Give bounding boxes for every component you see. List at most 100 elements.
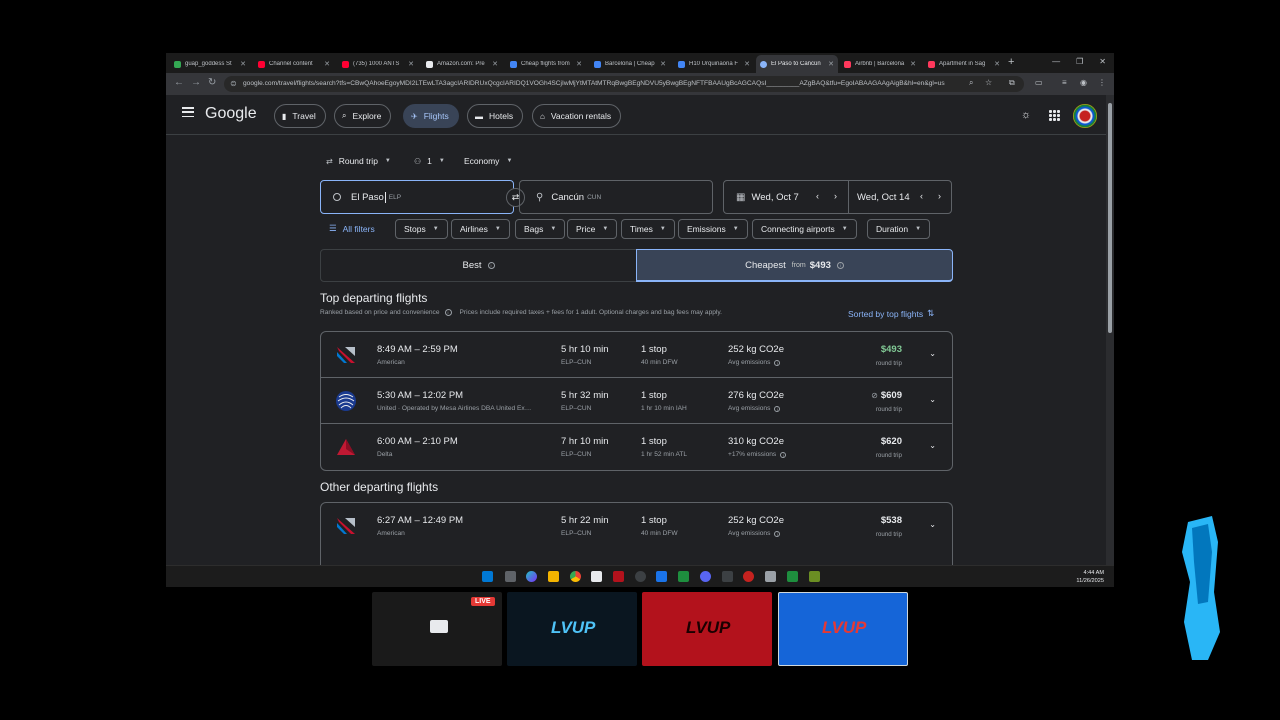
- filter-emissions[interactable]: Emissions ▼: [678, 219, 748, 239]
- browser-tab[interactable]: Channel content ✕: [254, 55, 334, 73]
- browser-tab[interactable]: Apartment in Sag ✕: [924, 55, 1004, 73]
- filter-times[interactable]: Times ▼: [621, 219, 675, 239]
- chevron-down-icon[interactable]: ⌄: [929, 441, 936, 450]
- close-icon[interactable]: ✕: [576, 60, 582, 68]
- nav-travel[interactable]: ▮ Travel: [274, 104, 326, 128]
- all-filters-button[interactable]: ☰ All filters: [329, 223, 375, 234]
- theme-sun-icon[interactable]: ☼: [1021, 109, 1031, 121]
- nav-hotels[interactable]: ▬ Hotels: [467, 104, 524, 128]
- browser-tab[interactable]: guap_goddess St ✕: [170, 55, 250, 73]
- system-clock[interactable]: 4:44 AM 11/26/2025: [1076, 569, 1104, 585]
- extensions-icon[interactable]: ⧉: [1009, 78, 1015, 88]
- app-icon[interactable]: [743, 571, 754, 582]
- flight-row[interactable]: 8:49 AM – 2:59 PM American 5 hr 10 min E…: [321, 332, 952, 378]
- start-icon[interactable]: [482, 571, 493, 582]
- task-view-icon[interactable]: [505, 571, 516, 582]
- browser-tab[interactable]: Airbnb | Barcelona ✕: [840, 55, 920, 73]
- passengers-select[interactable]: ⚇ 1 ▼: [414, 156, 445, 166]
- origin-field[interactable]: El Paso ELP: [320, 180, 514, 214]
- copilot-icon[interactable]: [526, 571, 537, 582]
- forward-icon[interactable]: →: [191, 77, 201, 88]
- xbox-icon[interactable]: [787, 571, 798, 582]
- restore-icon[interactable]: ❐: [1076, 57, 1083, 66]
- filter-duration[interactable]: Duration ▼: [867, 219, 931, 239]
- close-icon[interactable]: ✕: [492, 60, 498, 68]
- app-icon[interactable]: [678, 571, 689, 582]
- browser-tab[interactable]: Amazon.com: Pre ✕: [422, 55, 502, 73]
- close-icon[interactable]: ✕: [828, 60, 834, 68]
- filter-price[interactable]: Price ▼: [567, 219, 618, 239]
- depart-prev-icon[interactable]: ‹: [816, 191, 819, 201]
- avatar[interactable]: [1073, 104, 1097, 128]
- chevron-down-icon[interactable]: ⌄: [929, 395, 936, 404]
- filter-bags[interactable]: Bags ▼: [515, 219, 566, 239]
- profile-icon[interactable]: ◉: [1080, 78, 1087, 87]
- flight-row[interactable]: 6:00 AM – 2:10 PM Delta 7 hr 10 min ELP–…: [321, 424, 952, 470]
- close-icon[interactable]: ✕: [910, 60, 916, 68]
- close-icon[interactable]: ✕: [408, 60, 414, 68]
- info-icon[interactable]: i: [774, 405, 781, 412]
- site-info-icon[interactable]: ⊜: [230, 76, 237, 92]
- filter-stops[interactable]: Stops ▼: [395, 219, 448, 239]
- depart-next-icon[interactable]: ›: [834, 191, 837, 201]
- browser-tab[interactable]: Cheap flights from ✕: [506, 55, 586, 73]
- obs-icon[interactable]: [635, 571, 646, 582]
- info-icon[interactable]: i: [774, 359, 781, 366]
- minecraft-icon[interactable]: [809, 571, 820, 582]
- media-icon[interactable]: ≡: [1062, 78, 1067, 87]
- screen-icon[interactable]: ▭: [1035, 78, 1043, 87]
- nav-flights[interactable]: ✈ Flights: [403, 104, 459, 128]
- scrollbar-thumb[interactable]: [1108, 103, 1112, 333]
- more-icon[interactable]: ⋮: [1098, 78, 1106, 87]
- main-menu-icon[interactable]: [182, 107, 194, 118]
- tab-cheapest[interactable]: Cheapest from $493 i: [636, 249, 953, 282]
- flight-row[interactable]: 6:27 AM – 12:49 PM American 5 hr 22 min …: [321, 503, 952, 549]
- app-icon[interactable]: [722, 571, 733, 582]
- chrome-icon[interactable]: [570, 571, 581, 582]
- info-icon[interactable]: i: [836, 261, 844, 269]
- date-field[interactable]: ▦ Wed, Oct 7: [723, 180, 952, 214]
- cabin-select[interactable]: Economy ▼: [464, 156, 512, 166]
- info-icon[interactable]: i: [780, 451, 787, 458]
- return-date[interactable]: Wed, Oct 14: [857, 192, 910, 203]
- chevron-down-icon[interactable]: ⌄: [929, 349, 936, 358]
- bookmark-star-icon[interactable]: ☆: [985, 78, 992, 87]
- new-tab-button[interactable]: +: [1008, 56, 1014, 68]
- sort-button[interactable]: Sorted by top flights ⇅: [848, 308, 934, 319]
- return-next-icon[interactable]: ›: [938, 191, 941, 201]
- info-icon[interactable]: i: [774, 530, 781, 537]
- filter-connecting-airports[interactable]: Connecting airports ▼: [752, 219, 857, 239]
- google-logo[interactable]: Google: [205, 105, 257, 123]
- store-icon[interactable]: [591, 571, 602, 582]
- trip-type-select[interactable]: ⇄ Round trip ▼: [326, 156, 391, 166]
- depart-date[interactable]: Wed, Oct 7: [751, 192, 798, 203]
- back-icon[interactable]: ←: [174, 77, 184, 88]
- chevron-down-icon[interactable]: ⌄: [929, 520, 936, 529]
- minimize-icon[interactable]: —: [1052, 57, 1060, 66]
- close-window-icon[interactable]: ✕: [1099, 57, 1106, 66]
- address-bar[interactable]: ⊜ google.com/travel/flights/search?tfs=C…: [224, 76, 1024, 92]
- info-icon[interactable]: i: [444, 309, 452, 316]
- close-icon[interactable]: ✕: [744, 60, 750, 68]
- close-icon[interactable]: ✕: [660, 60, 666, 68]
- flight-row[interactable]: 5:30 AM – 12:02 PM United · Operated by …: [321, 378, 952, 424]
- page-scrollbar[interactable]: [1106, 95, 1114, 565]
- browser-tab-active[interactable]: El Paso to Cancún ✕: [756, 55, 838, 73]
- close-icon[interactable]: ✕: [324, 60, 330, 68]
- mail-icon[interactable]: [765, 571, 776, 582]
- app-icon[interactable]: [613, 571, 624, 582]
- discord-icon[interactable]: [700, 571, 711, 582]
- filter-airlines[interactable]: Airlines ▼: [451, 219, 510, 239]
- google-apps-icon[interactable]: [1049, 110, 1060, 121]
- close-icon[interactable]: ✕: [994, 60, 1000, 68]
- reload-icon[interactable]: ↻: [208, 77, 216, 88]
- return-prev-icon[interactable]: ‹: [920, 191, 923, 201]
- browser-tab[interactable]: (735) 1000 ANTS ✕: [338, 55, 418, 73]
- info-icon[interactable]: i: [487, 262, 495, 269]
- tab-best[interactable]: Best i: [321, 250, 636, 281]
- destination-field[interactable]: ⚲ Cancún CUN: [519, 180, 713, 214]
- browser-tab[interactable]: Barcelona | Cheap ✕: [590, 55, 670, 73]
- browser-tab[interactable]: H10 Urquinaona F ✕: [674, 55, 754, 73]
- close-icon[interactable]: ✕: [240, 60, 246, 68]
- zoom-icon[interactable]: ⌕: [969, 78, 973, 88]
